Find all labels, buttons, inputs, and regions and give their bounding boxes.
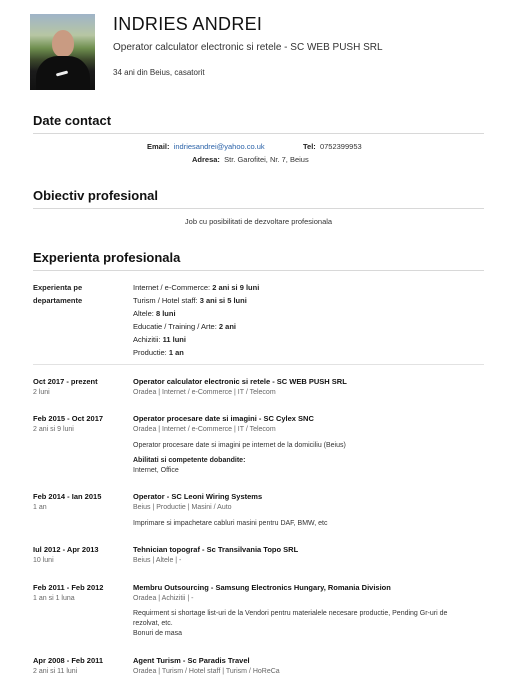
department-item: Altele: 8 luni [133, 309, 176, 318]
job-category: Oradea | Achizitii | - [133, 595, 194, 602]
departments-label: Experienta pe departamente [33, 281, 128, 307]
tel-row: Tel: 0752399953 [303, 142, 362, 151]
job-title: Operator - SC Leoni Wiring Systems [133, 492, 263, 501]
tel-value: 0752399953 [319, 142, 362, 151]
department-item: Turism / Hotel staff: 3 ani si 5 luni [133, 296, 247, 305]
candidate-name: INDRIES ANDREI [113, 14, 263, 34]
job-period: Feb 2015 - Oct 2017 [33, 414, 104, 423]
department-item: Educatie / Training / Arte: 2 ani [133, 322, 236, 331]
email-row: Email: indriesandrei@yahoo.co.uk [147, 142, 265, 151]
department-item: Achizitii: 11 luni [133, 335, 186, 344]
job-category: Oradea | Internet / e-Commerce | IT / Te… [133, 426, 276, 433]
photo-head [52, 30, 74, 57]
section-title-contact: Date contact [33, 113, 484, 134]
job-title: Operator procesare date si imagini - SC … [133, 414, 314, 423]
job-period: Oct 2017 - prezent [33, 377, 98, 386]
job-description: Imprimare si impachetare cabluri masini … [133, 520, 328, 527]
job-duration: 10 luni [33, 557, 54, 564]
job-title: Agent Turism - Sc Paradis Travel [133, 656, 250, 665]
job-period: Iul 2012 - Apr 2013 [33, 545, 99, 554]
section-title-experience: Experienta profesionala [33, 250, 484, 271]
department-item: Productie: 1 an [133, 348, 184, 357]
job-title: Operator calculator electronic si retele… [133, 377, 347, 386]
departments-list: Internet / e-Commerce: 2 ani si 9 luni T… [133, 281, 483, 359]
department-item: Internet / e-Commerce: 2 ani si 9 luni [133, 283, 260, 292]
email-label: Email: [147, 142, 170, 151]
job-benefits: Bonuri de masa [133, 630, 183, 637]
job-description: Operator procesare date si imagini pe in… [133, 442, 346, 449]
email-link[interactable]: indriesandrei@yahoo.co.uk [174, 142, 265, 151]
job-duration: 2 ani si 9 luni [33, 426, 74, 433]
job-period: Feb 2014 - Ian 2015 [33, 492, 102, 501]
age-location-status: 34 ani din Beius, casatorit [113, 68, 205, 77]
job-skills-label: Abilitati si competente dobandite: [133, 457, 246, 464]
job-title: Tehnician topograf - Sc Transilvania Top… [133, 545, 299, 554]
section-title-objective: Obiectiv profesional [33, 188, 484, 209]
departments-label-line2: departamente [33, 296, 83, 305]
job-duration: 2 ani si 11 luni [33, 668, 78, 675]
address-value: Str. Garofitei, Nr. 7, Beius [224, 155, 309, 164]
current-position: Operator calculator electronic si retele… [113, 42, 383, 53]
job-description: Requirment si shortage list-uri de la Ve… [133, 610, 448, 627]
job-title: Membru Outsourcing - Samsung Electronics… [133, 583, 391, 592]
job-duration: 1 an [33, 504, 47, 511]
objective-text: Job cu posibilitati de dezvoltare profes… [184, 217, 333, 226]
job-period: Feb 2011 - Feb 2012 [33, 583, 104, 592]
job-duration: 2 luni [33, 389, 50, 396]
job-skills: Internet, Office [133, 467, 179, 474]
job-category: Beius | Productie | Masini / Auto [133, 504, 232, 511]
divider [33, 364, 484, 365]
job-category: Oradea | Internet / e-Commerce | IT / Te… [133, 389, 276, 396]
job-duration: 1 an si 1 luna [33, 595, 75, 602]
job-category: Beius | Altele | - [133, 557, 182, 564]
address-row: Adresa: Str. Garofitei, Nr. 7, Beius [192, 155, 309, 164]
departments-label-line1: Experienta pe [33, 283, 83, 292]
job-period: Apr 2008 - Feb 2011 [33, 656, 104, 665]
job-category: Oradea | Turism / Hotel staff | Turism /… [133, 668, 280, 675]
profile-photo [30, 14, 95, 90]
tel-label: Tel: [303, 142, 316, 151]
address-label: Adresa: [192, 155, 220, 164]
